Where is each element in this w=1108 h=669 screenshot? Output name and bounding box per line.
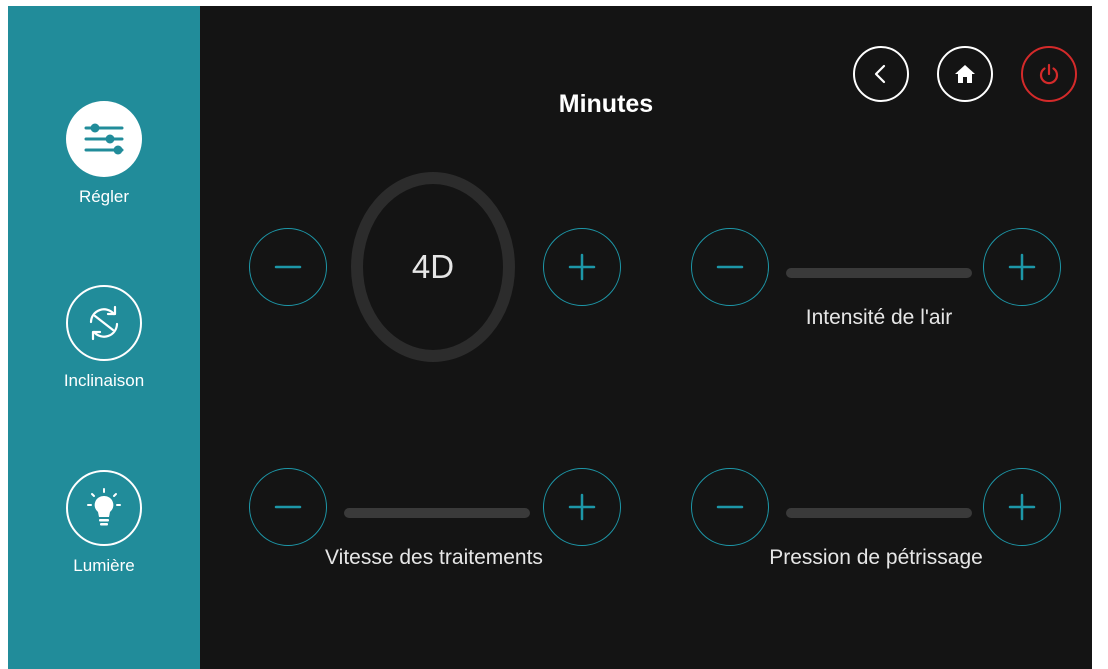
treatment-speed-label: Vitesse des traitements	[325, 546, 543, 569]
chevron-left-icon	[874, 64, 886, 84]
sidebar-item-regler[interactable]: Régler	[8, 101, 200, 207]
minus-icon	[274, 505, 302, 509]
sidebar-item-label: Inclinaison	[63, 371, 145, 390]
sidebar-item-label: Lumière	[73, 556, 135, 575]
sliders-icon	[84, 123, 124, 155]
kneading-pressure-label: Pression de pétrissage	[769, 546, 983, 569]
air-intensity-increase-button[interactable]	[983, 228, 1061, 306]
plus-icon	[568, 253, 596, 281]
power-icon	[1039, 63, 1059, 85]
plus-icon	[568, 493, 596, 521]
kneading-pressure-decrease-button[interactable]	[691, 468, 769, 546]
back-button[interactable]	[853, 46, 909, 102]
lightbulb-icon	[87, 488, 121, 526]
mode-value: 4D	[411, 248, 455, 285]
kneading-pressure-slider[interactable]	[786, 508, 972, 518]
sidebar: Régler Inclinaison Lumière	[8, 6, 200, 669]
mode-decrease-button[interactable]	[249, 228, 327, 306]
air-intensity-decrease-button[interactable]	[691, 228, 769, 306]
power-button[interactable]	[1021, 46, 1077, 102]
mode-increase-button[interactable]	[543, 228, 621, 306]
mode-dial: 4D	[351, 172, 515, 362]
treatment-speed-decrease-button[interactable]	[249, 468, 327, 546]
sync-arrows-icon	[89, 305, 119, 341]
sidebar-item-label: Régler	[78, 187, 130, 206]
air-intensity-label: Intensité de l'air	[805, 306, 953, 329]
treatment-speed-increase-button[interactable]	[543, 468, 621, 546]
home-button[interactable]	[937, 46, 993, 102]
air-intensity-slider[interactable]	[786, 268, 972, 278]
plus-icon	[1008, 253, 1036, 281]
main-panel: Minutes 4D Intensité de l'air Vitesse de…	[200, 6, 1092, 669]
sidebar-item-inclinaison[interactable]: Inclinaison	[8, 285, 200, 391]
sidebar-item-icon-circle	[66, 470, 142, 546]
sidebar-item-icon-circle	[66, 285, 142, 361]
home-icon	[955, 65, 975, 83]
minus-icon	[716, 265, 744, 269]
minus-icon	[716, 505, 744, 509]
app-frame: Régler Inclinaison Lumière Minutes 4D In…	[8, 6, 1092, 669]
treatment-speed-slider[interactable]	[344, 508, 530, 518]
minus-icon	[274, 265, 302, 269]
sidebar-item-icon-circle	[66, 101, 142, 177]
plus-icon	[1008, 493, 1036, 521]
sidebar-item-lumiere[interactable]: Lumière	[8, 470, 200, 576]
kneading-pressure-increase-button[interactable]	[983, 468, 1061, 546]
